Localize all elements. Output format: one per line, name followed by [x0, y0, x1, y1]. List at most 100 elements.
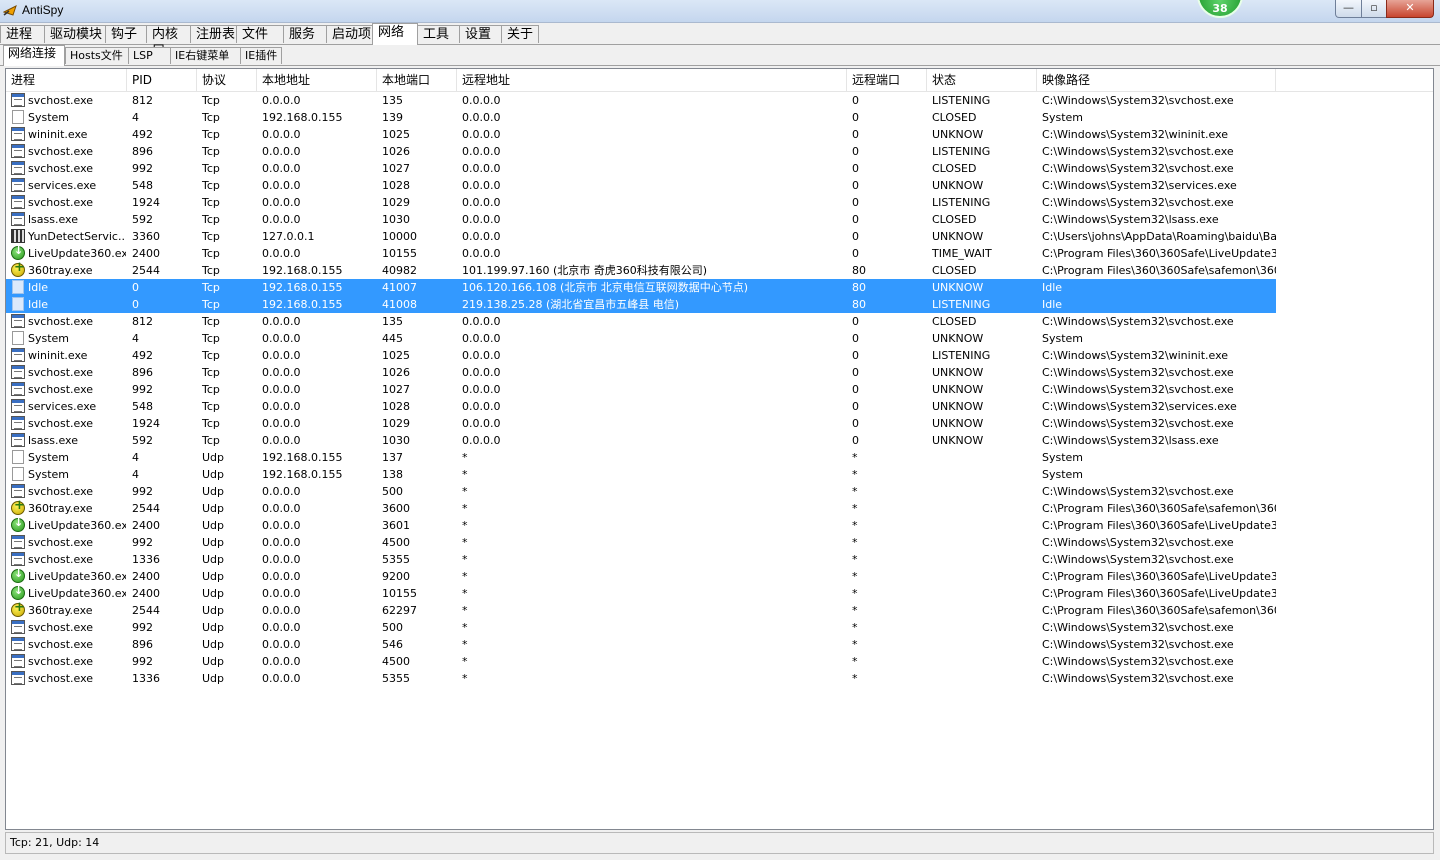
cell-pid: 992	[132, 621, 153, 634]
cell-laddr: 0.0.0.0	[262, 672, 301, 685]
cell-proto: Tcp	[202, 366, 220, 379]
cell-raddr: *	[462, 485, 468, 498]
table-row[interactable]: services.exe 548 Tcp 0.0.0.0 1028 0.0.0.0 0 UNK…	[6, 398, 1276, 415]
tab-7[interactable]: 启动项	[326, 25, 373, 43]
cell-state	[930, 602, 1037, 619]
table-row[interactable]: svchost.exe 1336 Udp 0.0.0.0 5355 * * C:\Window…	[6, 551, 1276, 568]
cell-raddr: 0.0.0.0	[462, 349, 501, 362]
tab-10[interactable]: 设置	[459, 25, 502, 43]
subtab-2[interactable]: LSP	[128, 47, 171, 64]
tab-1[interactable]: 驱动模块	[44, 25, 106, 43]
table-row[interactable]: LiveUpdate360.exe 2400 Udp 0.0.0.0 9200 * * C:\…	[6, 567, 1276, 585]
cell-lport: 1025	[382, 128, 410, 141]
table-row[interactable]: svchost.exe 992 Udp 0.0.0.0 500 * * C:\Windows\…	[6, 619, 1276, 636]
cell-lport: 546	[382, 638, 403, 651]
cell-proto: Udp	[202, 519, 225, 532]
table-row[interactable]: LiveUpdate360.exe 2400 Udp 0.0.0.0 3601 * * C:\…	[6, 516, 1276, 534]
table-row[interactable]: svchost.exe 812 Tcp 0.0.0.0 135 0.0.0.0 0 LISTE…	[6, 92, 1276, 109]
cell-state: CLOSED	[932, 213, 977, 226]
table-row[interactable]: System 4 Tcp 192.168.0.155 139 0.0.0.0 0 CLOSED…	[6, 109, 1276, 126]
table-row[interactable]: wininit.exe 492 Tcp 0.0.0.0 1025 0.0.0.0 0 LIST…	[6, 347, 1276, 364]
cell-raddr: *	[462, 638, 468, 651]
cell-rport: 0	[852, 400, 859, 413]
subtab-0[interactable]: 网络连接	[3, 45, 65, 66]
subtab-4[interactable]: IE插件	[240, 47, 282, 64]
cell-laddr: 192.168.0.155	[262, 451, 343, 464]
cell-proto: Udp	[202, 536, 225, 549]
network-connections-table[interactable]: 进程 PID 协议 本地地址 本地端口 远程地址 远程端口 状态 映像路径 svchost.ex…	[5, 68, 1434, 830]
column-header-2[interactable]: 协议	[197, 69, 257, 91]
service-process-icon	[11, 212, 25, 226]
notification-badge[interactable]: 38	[1197, 0, 1243, 18]
tab-8[interactable]: 网络	[372, 23, 418, 45]
table-row[interactable]: svchost.exe 896 Tcp 0.0.0.0 1026 0.0.0.0 0 UNKN…	[6, 364, 1276, 381]
table-row[interactable]: System 4 Udp 192.168.0.155 138 * * System	[6, 466, 1276, 483]
table-row[interactable]: 360tray.exe 2544 Tcp 192.168.0.155 40982 101.…	[6, 260, 1276, 279]
tab-5[interactable]: 文件	[236, 25, 284, 43]
table-row[interactable]: 360tray.exe 2544 Udp 0.0.0.0 62297 * * C:\Progr…	[6, 600, 1276, 619]
cell-state	[930, 500, 1037, 517]
subtab-3[interactable]: IE右键菜单	[170, 47, 241, 64]
cell-raddr: 0.0.0.0	[462, 230, 501, 243]
table-row[interactable]: svchost.exe 992 Tcp 0.0.0.0 1027 0.0.0.0 0 CLOS…	[6, 160, 1276, 177]
table-row[interactable]: svchost.exe 992 Udp 0.0.0.0 500 * * C:\Windows\…	[6, 483, 1276, 500]
tab-6[interactable]: 服务	[283, 25, 327, 43]
cell-lport: 137	[382, 451, 403, 464]
table-row[interactable]: svchost.exe 896 Udp 0.0.0.0 546 * * C:\Windows\…	[6, 636, 1276, 653]
table-row[interactable]: svchost.exe 992 Tcp 0.0.0.0 1027 0.0.0.0 0 UNKN…	[6, 381, 1276, 398]
cell-state: CLOSED	[932, 315, 977, 328]
subtab-1[interactable]: Hosts文件	[65, 47, 129, 64]
column-header-4[interactable]: 本地端口	[377, 69, 457, 91]
table-row[interactable]: svchost.exe 1924 Tcp 0.0.0.0 1029 0.0.0.0 0 UNK…	[6, 415, 1276, 432]
cell-laddr: 127.0.0.1	[262, 230, 315, 243]
table-row[interactable]: wininit.exe 492 Tcp 0.0.0.0 1025 0.0.0.0 0 UNKN…	[6, 126, 1276, 143]
cell-laddr: 0.0.0.0	[262, 638, 301, 651]
table-row[interactable]: svchost.exe 1336 Udp 0.0.0.0 5355 * * C:\Window…	[6, 670, 1276, 687]
column-header-5[interactable]: 远程地址	[457, 69, 847, 91]
column-header-8[interactable]: 映像路径	[1037, 69, 1276, 91]
tab-3[interactable]: 内核层	[146, 25, 191, 59]
tab-0[interactable]: 进程	[0, 25, 45, 43]
cell-path: C:\Program Files\360\360Safe\LiveUpdate3…	[1042, 519, 1276, 532]
table-row[interactable]: Idle 0 Tcp 192.168.0.155 41008 219.138.25.28 …	[6, 296, 1276, 313]
cell-proto: Udp	[202, 604, 225, 617]
table-row[interactable]: svchost.exe 812 Tcp 0.0.0.0 135 0.0.0.0 0 CLOSE…	[6, 313, 1276, 330]
cell-name: lsass.exe	[28, 213, 78, 226]
cell-state: UNKNOW	[932, 230, 984, 243]
tab-9[interactable]: 工具	[417, 25, 460, 43]
column-header-3[interactable]: 本地地址	[257, 69, 377, 91]
cell-path: C:\Windows\System32\services.exe	[1042, 400, 1237, 413]
table-row[interactable]: System 4 Tcp 0.0.0.0 445 0.0.0.0 0 UNKNOW System	[6, 330, 1276, 347]
table-row[interactable]: LiveUpdate360.exe 2400 Udp 0.0.0.0 10155 * * C:…	[6, 584, 1276, 602]
table-row[interactable]: svchost.exe 992 Udp 0.0.0.0 4500 * * C:\Windows…	[6, 534, 1276, 551]
cell-laddr: 0.0.0.0	[262, 553, 301, 566]
table-row[interactable]: LiveUpdate360.exe 2400 Tcp 0.0.0.0 10155 0.0.…	[6, 244, 1276, 262]
table-row[interactable]: lsass.exe 592 Tcp 0.0.0.0 1030 0.0.0.0 0 UNKNOW…	[6, 432, 1276, 449]
tab-11[interactable]: 关于	[501, 25, 539, 43]
table-row[interactable]: services.exe 548 Tcp 0.0.0.0 1028 0.0.0.0 0 UNK…	[6, 177, 1276, 194]
cell-rport: 0	[852, 94, 859, 107]
column-header-1[interactable]: PID	[127, 69, 197, 91]
tab-4[interactable]: 注册表	[190, 25, 237, 43]
cell-raddr: *	[462, 468, 468, 481]
column-header-0[interactable]: 进程	[6, 69, 127, 91]
cell-lport: 1027	[382, 162, 410, 175]
table-row[interactable]: YunDetectServic... 3360 Tcp 127.0.0.1 10000 0…	[6, 228, 1276, 245]
cell-pid: 896	[132, 366, 153, 379]
cell-proto: Tcp	[202, 162, 220, 175]
tab-2[interactable]: 钩子	[105, 25, 147, 43]
table-row[interactable]: lsass.exe 592 Tcp 0.0.0.0 1030 0.0.0.0 0 CLOSED…	[6, 211, 1276, 228]
table-row[interactable]: System 4 Udp 192.168.0.155 137 * * System	[6, 449, 1276, 466]
cell-pid: 492	[132, 349, 153, 362]
table-row[interactable]: svchost.exe 896 Tcp 0.0.0.0 1026 0.0.0.0 0 LIST…	[6, 143, 1276, 160]
table-row[interactable]: 360tray.exe 2544 Udp 0.0.0.0 3600 * * C:\Progra…	[6, 498, 1276, 517]
table-row[interactable]: svchost.exe 992 Udp 0.0.0.0 4500 * * C:\Windows…	[6, 653, 1276, 670]
cell-laddr: 0.0.0.0	[262, 94, 301, 107]
column-header-7[interactable]: 状态	[927, 69, 1037, 91]
table-row[interactable]: Idle 0 Tcp 192.168.0.155 41007 106.120.166.10…	[6, 279, 1276, 296]
close-button[interactable]: ✕	[1386, 0, 1434, 18]
minimize-button[interactable]: —	[1335, 0, 1362, 18]
column-header-6[interactable]: 远程端口	[847, 69, 927, 91]
table-row[interactable]: svchost.exe 1924 Tcp 0.0.0.0 1029 0.0.0.0 0 LIS…	[6, 194, 1276, 211]
maximize-button[interactable]: ▫	[1361, 0, 1387, 18]
